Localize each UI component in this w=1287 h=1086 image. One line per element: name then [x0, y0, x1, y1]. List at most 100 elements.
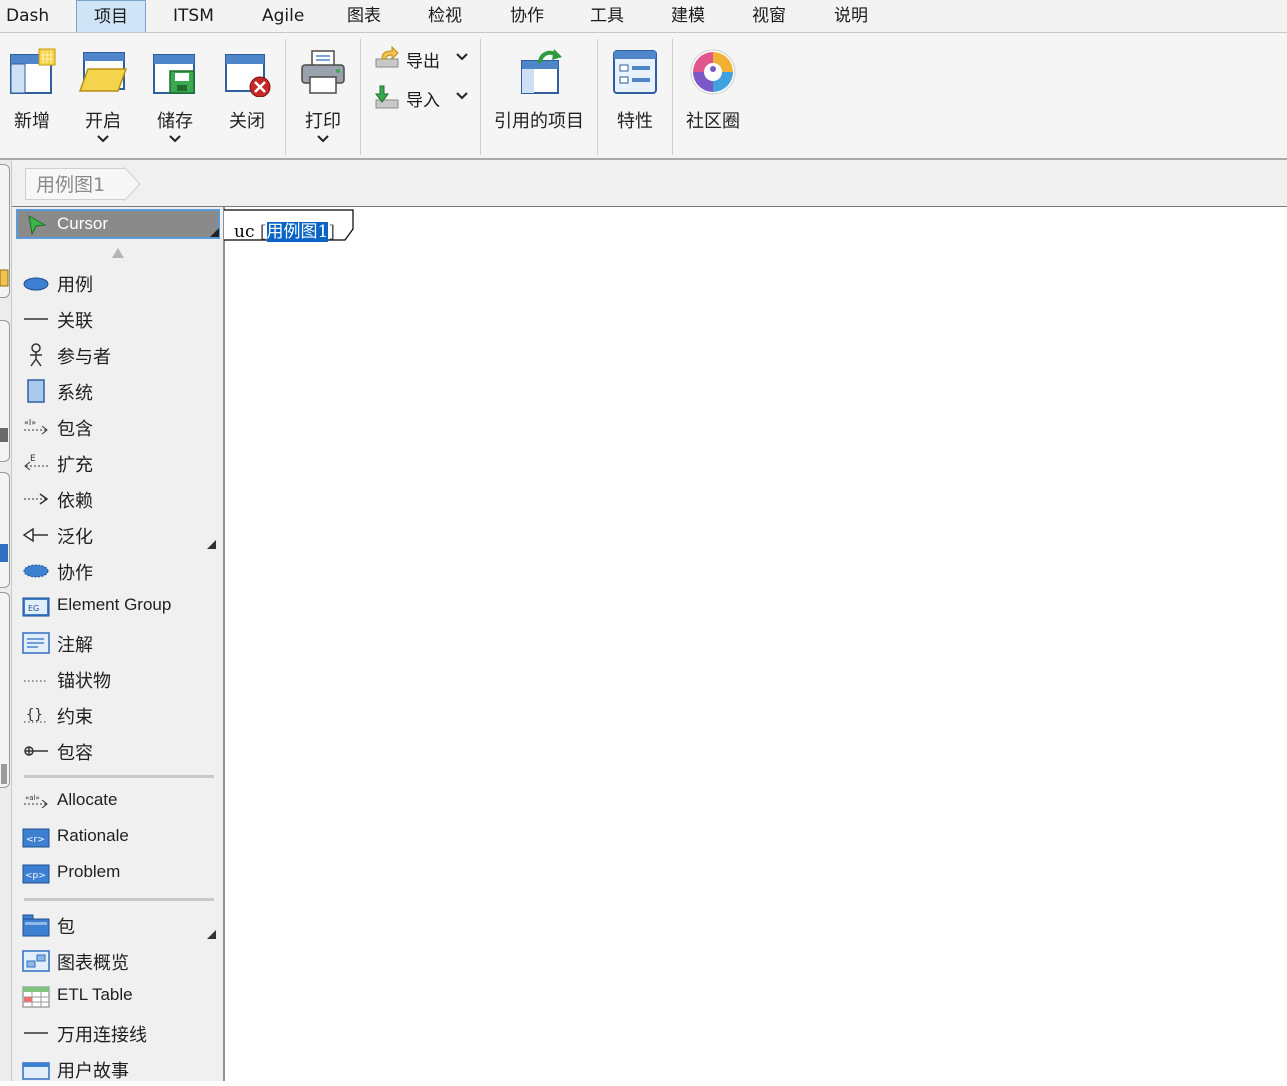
generic-connector-icon — [24, 1032, 48, 1034]
chevron-down-icon[interactable] — [317, 135, 329, 143]
chevron-down-icon[interactable] — [169, 135, 181, 143]
toolbox-item-anchor[interactable]: 锚状物 — [12, 662, 223, 696]
toolbox-item-label: 包容 — [57, 743, 93, 764]
close-project-icon — [225, 54, 271, 97]
note-icon — [0, 269, 9, 287]
frame-label: uc [用例图1] — [234, 222, 335, 242]
menu-tab-collaborate[interactable]: 协作 — [510, 0, 544, 32]
diagram-canvas[interactable]: uc [用例图1] — [224, 207, 1287, 1081]
toolbox-item-diagram-overview[interactable]: 图表概览 — [12, 944, 223, 978]
toolbox-item-constraint[interactable]: {} 约束 — [12, 698, 223, 732]
new-project-label: 新增 — [14, 111, 50, 132]
breadcrumb-item[interactable]: 用例图1 — [25, 168, 125, 200]
monitor-icon — [0, 428, 8, 442]
menu-tab-modeling[interactable]: 建模 — [671, 0, 705, 32]
toolbox-item-collaboration[interactable]: 协作 — [12, 554, 223, 588]
allocate-icon: «al» — [24, 794, 48, 809]
note-icon — [22, 632, 50, 654]
menu-tab-help[interactable]: 说明 — [834, 0, 868, 32]
svg-text:<p>: <p> — [25, 871, 46, 881]
print-button[interactable]: 打印 — [292, 41, 354, 151]
expand-corner-icon[interactable] — [207, 540, 216, 549]
toolbox-item-include[interactable]: «I» 包含 — [12, 410, 223, 444]
community-button[interactable]: 社区圈 — [680, 41, 746, 151]
toolbox-item-actor[interactable]: 参与者 — [12, 338, 223, 372]
export-button[interactable]: 导出 — [372, 43, 472, 73]
toolbox-item-association[interactable]: 关联 — [12, 302, 223, 336]
open-project-label: 开启 — [85, 111, 121, 132]
toolbox-item-element-group[interactable]: EG Element Group — [12, 590, 223, 624]
close-project-button[interactable]: 关闭 — [217, 41, 277, 151]
toolbox-item-rationale[interactable]: <r> Rationale — [12, 821, 223, 855]
toolbox-item-use-case[interactable]: 用例 — [12, 266, 223, 300]
cursor-tool[interactable]: Cursor — [16, 209, 220, 239]
toolbox-item-extend[interactable]: E 扩充 — [12, 446, 223, 480]
toolbox-item-system[interactable]: 系统 — [12, 374, 223, 408]
menu-tab-tools[interactable]: 工具 — [590, 0, 624, 32]
toolbox-item-label: 锚状物 — [57, 671, 111, 692]
new-project-icon — [10, 48, 56, 94]
toolbox-item-generalization[interactable]: 泛化 — [12, 518, 223, 552]
menu-tab-dash[interactable]: Dash — [6, 0, 49, 32]
menu-tab-itsm[interactable]: ITSM — [173, 0, 214, 32]
expand-corner-icon[interactable] — [207, 930, 216, 939]
chevron-down-icon[interactable] — [97, 135, 109, 143]
toolbox-item-label: 参与者 — [57, 347, 111, 368]
include-arrow-icon: «I» — [24, 418, 48, 435]
toolbox-item-note[interactable]: 注解 — [12, 626, 223, 660]
menu-tab-diagram[interactable]: 图表 — [347, 0, 381, 32]
extend-arrow-icon: E — [24, 454, 48, 471]
menu-tab-window[interactable]: 视窗 — [752, 0, 786, 32]
toolbox-item-label: 关联 — [57, 311, 93, 332]
toolbox-item-label: ETL Table — [57, 985, 133, 1004]
menu-tab-project[interactable]: 项目 — [76, 0, 146, 32]
properties-button[interactable]: 特性 — [605, 41, 665, 151]
scroll-up-icon[interactable] — [111, 247, 125, 259]
problem-icon: <p> — [22, 864, 50, 884]
side-tab[interactable] — [0, 472, 10, 588]
cursor-tool-label: Cursor — [57, 214, 109, 233]
toolbox-item-label: 包 — [57, 917, 75, 938]
toolbox-item-etl-table[interactable]: ETL Table — [12, 980, 223, 1014]
containment-icon — [24, 746, 48, 756]
chevron-down-icon[interactable] — [456, 92, 468, 100]
referenced-project-icon — [521, 49, 562, 94]
ribbon-separator — [360, 39, 361, 155]
toolbox-item-label: 万用连接线 — [57, 1025, 147, 1046]
toolbox-item-label: 用例 — [57, 275, 93, 296]
chevron-down-icon[interactable] — [456, 53, 468, 61]
menu-tab-view[interactable]: 检视 — [428, 0, 462, 32]
toolbox-divider — [24, 775, 214, 778]
diagram-toolbox: Cursor 用例 关联 参与者 系统 «I» 包含 E 扩充 依赖 泛化 协作 — [12, 207, 225, 1082]
toolbox-item-generic-connector[interactable]: 万用连接线 — [12, 1016, 223, 1050]
toolbox-item-dependency[interactable]: 依赖 — [12, 482, 223, 516]
toolbox-item-label: 图表概览 — [57, 953, 129, 974]
toolbox-item-label: 包含 — [57, 419, 93, 440]
ribbon-separator — [597, 39, 598, 155]
ribbon-separator — [285, 39, 286, 155]
expand-corner-icon — [210, 228, 219, 237]
properties-label: 特性 — [617, 111, 653, 132]
toolbox-item-problem[interactable]: <p> Problem — [12, 857, 223, 891]
diagram-overview-icon — [22, 950, 50, 972]
svg-text:«al»: «al» — [25, 794, 40, 802]
save-project-button[interactable]: 储存 — [145, 41, 205, 151]
toolbox-divider — [24, 898, 214, 901]
toolbox-item-containment[interactable]: 包容 — [12, 734, 223, 768]
toolbox-item-allocate[interactable]: «al» Allocate — [12, 785, 223, 819]
side-tab[interactable] — [0, 592, 10, 788]
toolbox-item-label: 约束 — [57, 707, 93, 728]
referenced-projects-button[interactable]: 引用的项目 — [490, 41, 588, 151]
menu-tab-agile[interactable]: Agile — [262, 0, 304, 32]
new-project-button[interactable]: 新增 — [2, 41, 62, 151]
toolbox-item-label: Element Group — [57, 595, 172, 614]
toolbox-item-package[interactable]: 包 — [12, 908, 223, 942]
frame-name[interactable]: 用例图1 — [266, 222, 329, 242]
toolbox-item-label: 协作 — [57, 563, 93, 584]
open-project-button[interactable]: 开启 — [73, 41, 133, 151]
frame-kind: uc — [234, 222, 255, 242]
import-button[interactable]: 导入 — [372, 82, 472, 112]
dependency-arrow-icon — [24, 493, 49, 505]
collapsed-side-panel[interactable] — [0, 160, 12, 1081]
ribbon-toolbar: 新增 开启 储存 关闭 打印 导出 导入 引用的项目 特性 社区圈 — [0, 33, 1287, 160]
